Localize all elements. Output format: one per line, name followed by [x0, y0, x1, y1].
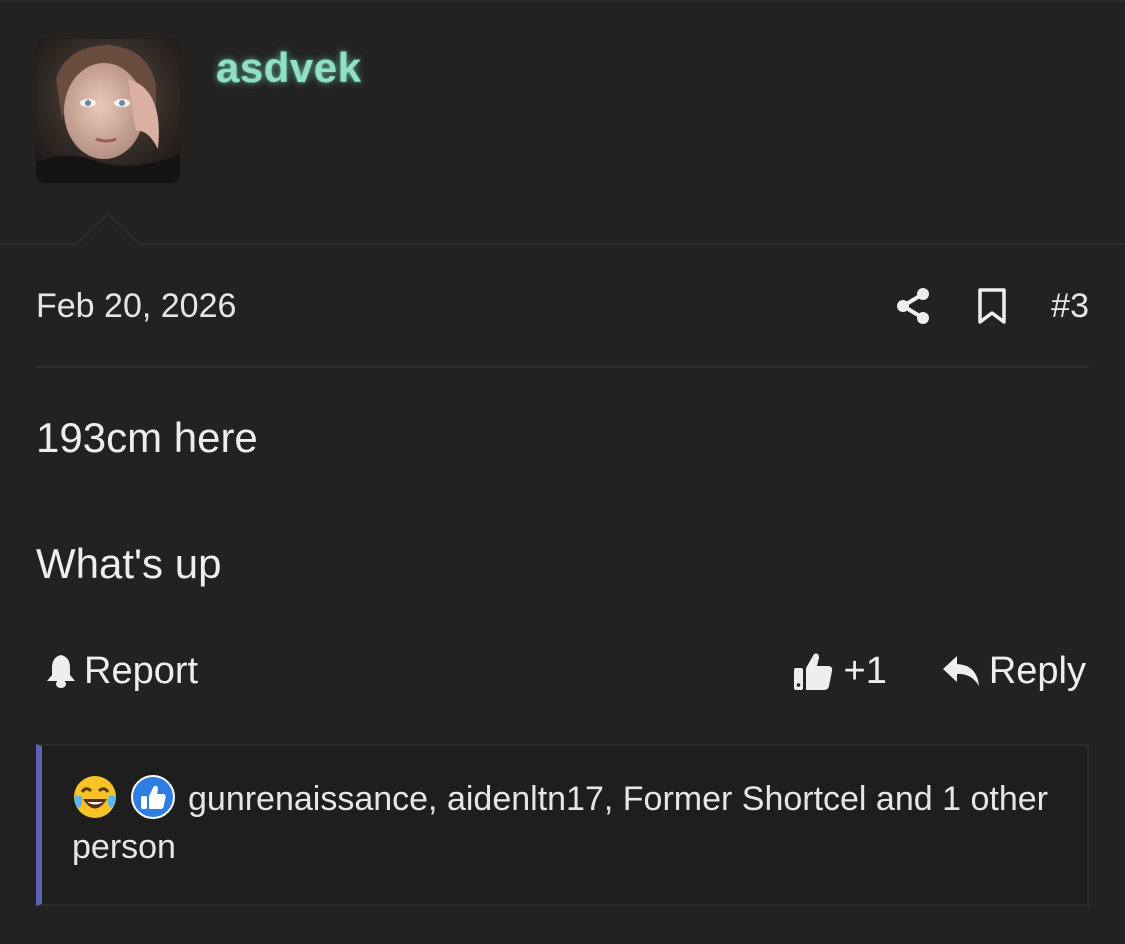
post-right-actions: +1 Reply [792, 646, 1086, 696]
reaction-users[interactable]: gunrenaissance, aidenltn17, Former Short… [72, 780, 1048, 866]
bell-icon [47, 655, 75, 688]
user-avatar[interactable] [36, 39, 180, 183]
user-divider [0, 243, 1125, 245]
post-body-line: What's up [36, 540, 222, 587]
post-date[interactable]: Feb 20, 2026 [36, 284, 236, 328]
meta-divider [36, 366, 1089, 368]
laughing-crying-emoji-icon [74, 776, 116, 818]
forum-post: asdvek Feb 20, 2026 #3 193cm here What's… [0, 0, 1125, 944]
reply-button[interactable]: Reply [989, 650, 1086, 693]
report-button[interactable]: Report [44, 646, 198, 696]
reactions-bar[interactable]: gunrenaissance, aidenltn17, Former Short… [36, 744, 1089, 906]
reply-icon [942, 656, 979, 686]
post-number-link[interactable]: #3 [1051, 287, 1089, 326]
post-body-line: 193cm here [36, 414, 258, 461]
post-meta-row: Feb 20, 2026 #3 [36, 284, 1089, 328]
username-link[interactable]: asdvek [216, 44, 361, 92]
thumbs-up-reaction-icon [131, 775, 175, 819]
thumbs-up-icon[interactable] [792, 650, 834, 692]
user-block: asdvek [0, 2, 1125, 244]
report-label: Report [84, 649, 199, 692]
like-count[interactable]: +1 [844, 650, 887, 693]
reaction-summary[interactable]: gunrenaissance, aidenltn17, Former Short… [72, 774, 1052, 871]
bookmark-icon[interactable] [977, 287, 1007, 325]
user-pointer-arrow-fill [76, 215, 140, 246]
share-icon[interactable] [895, 287, 931, 325]
post-meta-actions: #3 [895, 284, 1089, 328]
post-actions-row: Report +1 Reply [36, 646, 1086, 696]
